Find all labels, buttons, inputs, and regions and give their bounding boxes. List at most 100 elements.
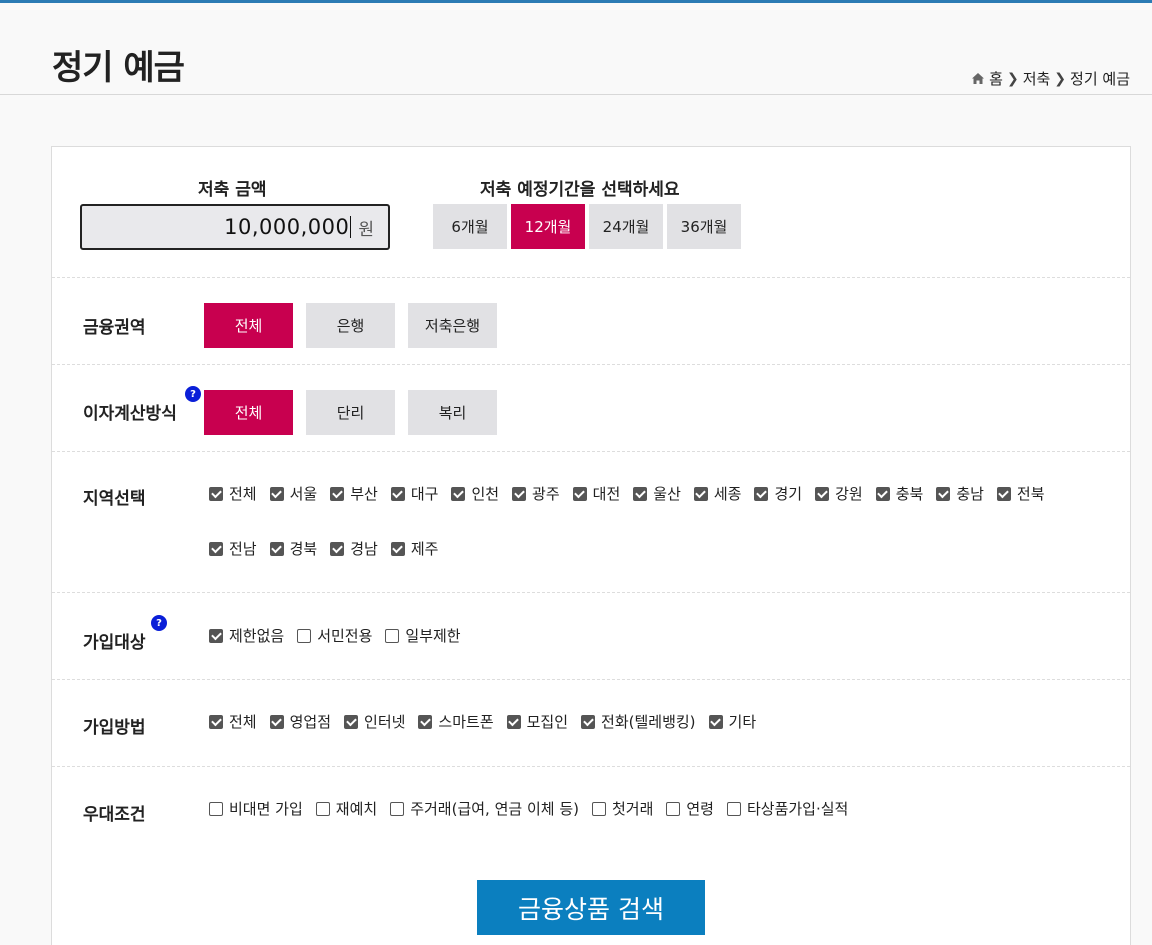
checkbox-unchecked-icon[interactable] bbox=[209, 801, 223, 816]
interest-all-button[interactable]: 전체 bbox=[204, 390, 293, 435]
checkbox-checked-icon[interactable] bbox=[269, 486, 284, 501]
period-24-button[interactable]: 24개월 bbox=[589, 204, 663, 249]
period-12-button[interactable]: 12개월 bbox=[511, 204, 585, 249]
checkbox-checked-icon[interactable] bbox=[708, 714, 723, 729]
method-options: 전체 영업점 인터넷 스마트폰 모집인 전화(텔레뱅킹) 기타 bbox=[209, 711, 769, 732]
region-checkbox[interactable]: 전체 bbox=[209, 483, 257, 504]
sector-bank-button[interactable]: 은행 bbox=[306, 303, 395, 348]
checkbox-checked-icon[interactable] bbox=[330, 541, 345, 556]
checkbox-checked-icon[interactable] bbox=[390, 486, 405, 501]
breadcrumb-current: 정기 예금 bbox=[1070, 70, 1130, 88]
period-6-button[interactable]: 6개월 bbox=[433, 204, 507, 249]
breadcrumb-savings[interactable]: 저축 bbox=[1023, 68, 1051, 89]
region-checkbox[interactable]: 충남 bbox=[936, 483, 984, 504]
region-row-2: 전남 경북 경남 제주 bbox=[209, 538, 451, 559]
region-checkbox[interactable]: 전북 bbox=[996, 483, 1045, 504]
region-checkbox[interactable]: 인천 bbox=[451, 483, 499, 504]
checkbox-unchecked-icon[interactable] bbox=[315, 801, 330, 816]
region-checkbox[interactable]: 광주 bbox=[512, 483, 560, 504]
interest-help-icon[interactable]: ? bbox=[185, 386, 201, 402]
method-checkbox[interactable]: 영업점 bbox=[269, 711, 331, 732]
amount-value[interactable]: 10,000,000 bbox=[224, 215, 349, 239]
checkbox-checked-icon[interactable] bbox=[754, 486, 769, 501]
checkbox-checked-icon[interactable] bbox=[269, 714, 284, 729]
breadcrumb: 홈 ❯ 저축 ❯ 정기 예금 bbox=[972, 68, 1130, 89]
checkbox-checked-icon[interactable] bbox=[209, 486, 223, 501]
benefit-checkbox[interactable]: 첫거래 bbox=[591, 798, 653, 819]
method-checkbox[interactable]: 인터넷 bbox=[344, 711, 405, 732]
checkbox-checked-icon[interactable] bbox=[269, 541, 284, 556]
region-checkbox[interactable]: 충북 bbox=[875, 483, 923, 504]
region-checkbox[interactable]: 경남 bbox=[330, 538, 378, 559]
checkbox-checked-icon[interactable] bbox=[581, 714, 596, 729]
home-icon[interactable] bbox=[972, 73, 985, 84]
checkbox-checked-icon[interactable] bbox=[209, 714, 223, 729]
sector-savings-bank-button[interactable]: 저축은행 bbox=[408, 303, 497, 348]
page-title: 정기 예금 bbox=[52, 48, 185, 88]
method-checkbox[interactable]: 전체 bbox=[209, 711, 257, 732]
region-checkbox[interactable]: 서울 bbox=[269, 483, 317, 504]
method-label: 가입방법 bbox=[83, 718, 146, 738]
interest-simple-button[interactable]: 단리 bbox=[306, 390, 395, 435]
checkbox-checked-icon[interactable] bbox=[330, 486, 345, 501]
region-checkbox[interactable]: 대전 bbox=[572, 483, 620, 504]
checkbox-checked-icon[interactable] bbox=[693, 486, 708, 501]
benefit-checkbox[interactable]: 타상품가입·실적 bbox=[726, 798, 848, 819]
amount-input[interactable]: 10,000,000 원 bbox=[80, 204, 390, 250]
period-label: 저축 예정기간을 선택하세요 bbox=[480, 180, 680, 200]
sector-label: 금융권역 bbox=[83, 318, 146, 338]
region-checkbox[interactable]: 경북 bbox=[269, 538, 317, 559]
checkbox-checked-icon[interactable] bbox=[451, 486, 466, 501]
region-checkbox[interactable]: 울산 bbox=[633, 483, 681, 504]
interest-label: 이자계산방식 bbox=[83, 404, 177, 424]
method-checkbox[interactable]: 기타 bbox=[708, 711, 756, 732]
target-help-icon[interactable]: ? bbox=[151, 615, 167, 631]
checkbox-unchecked-icon[interactable] bbox=[385, 628, 400, 643]
sector-all-button[interactable]: 전체 bbox=[204, 303, 293, 348]
method-checkbox[interactable]: 모집인 bbox=[506, 711, 568, 732]
checkbox-unchecked-icon[interactable] bbox=[591, 801, 606, 816]
chevron-right-icon: ❯ bbox=[1006, 70, 1019, 87]
benefit-checkbox[interactable]: 주거래(급여, 연금 이체 등) bbox=[390, 798, 579, 819]
target-checkbox[interactable]: 서민전용 bbox=[297, 625, 372, 646]
checkbox-unchecked-icon[interactable] bbox=[297, 628, 312, 643]
checkbox-checked-icon[interactable] bbox=[633, 486, 648, 501]
region-checkbox[interactable]: 전남 bbox=[209, 538, 257, 559]
checkbox-checked-icon[interactable] bbox=[936, 486, 951, 501]
checkbox-unchecked-icon[interactable] bbox=[726, 801, 741, 816]
target-checkbox[interactable]: 제한없음 bbox=[209, 625, 284, 646]
breadcrumb-home[interactable]: 홈 bbox=[989, 68, 1003, 89]
chevron-right-icon: ❯ bbox=[1054, 70, 1067, 87]
checkbox-checked-icon[interactable] bbox=[512, 486, 527, 501]
checkbox-checked-icon[interactable] bbox=[875, 486, 890, 501]
search-button[interactable]: 금융상품 검색 bbox=[477, 880, 705, 935]
target-checkbox[interactable]: 일부제한 bbox=[385, 625, 461, 646]
checkbox-checked-icon[interactable] bbox=[209, 628, 223, 643]
row-divider bbox=[52, 364, 1130, 365]
region-checkbox[interactable]: 경기 bbox=[754, 483, 802, 504]
checkbox-checked-icon[interactable] bbox=[506, 714, 521, 729]
region-checkbox[interactable]: 대구 bbox=[390, 483, 438, 504]
benefit-checkbox[interactable]: 재예치 bbox=[315, 798, 377, 819]
checkbox-checked-icon[interactable] bbox=[815, 486, 830, 501]
checkbox-unchecked-icon[interactable] bbox=[666, 801, 681, 816]
benefit-checkbox[interactable]: 비대면 가입 bbox=[209, 798, 303, 819]
checkbox-checked-icon[interactable] bbox=[390, 541, 405, 556]
checkbox-checked-icon[interactable] bbox=[209, 541, 223, 556]
region-checkbox[interactable]: 강원 bbox=[815, 483, 863, 504]
method-checkbox[interactable]: 스마트폰 bbox=[418, 711, 494, 732]
text-caret bbox=[350, 216, 352, 238]
checkbox-unchecked-icon[interactable] bbox=[390, 801, 405, 816]
region-checkbox[interactable]: 부산 bbox=[330, 483, 378, 504]
method-checkbox[interactable]: 전화(텔레뱅킹) bbox=[581, 711, 696, 732]
region-checkbox[interactable]: 세종 bbox=[693, 483, 741, 504]
checkbox-checked-icon[interactable] bbox=[572, 486, 587, 501]
benefit-checkbox[interactable]: 연령 bbox=[666, 798, 714, 819]
checkbox-checked-icon[interactable] bbox=[418, 714, 433, 729]
benefit-options: 비대면 가입 재예치 주거래(급여, 연금 이체 등) 첫거래 연령 타상품가입… bbox=[209, 798, 861, 819]
checkbox-checked-icon[interactable] bbox=[344, 714, 359, 729]
region-checkbox[interactable]: 제주 bbox=[390, 538, 438, 559]
interest-compound-button[interactable]: 복리 bbox=[408, 390, 497, 435]
period-36-button[interactable]: 36개월 bbox=[667, 204, 741, 249]
checkbox-checked-icon[interactable] bbox=[996, 486, 1011, 501]
